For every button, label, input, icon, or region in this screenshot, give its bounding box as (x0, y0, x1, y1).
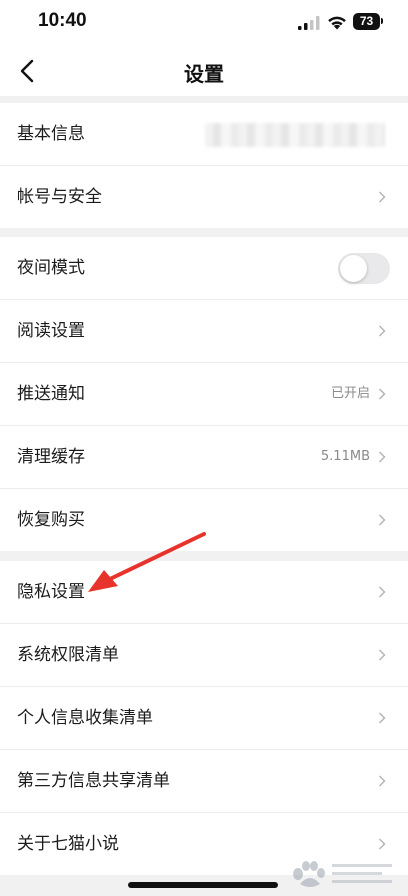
wifi-icon (328, 16, 346, 30)
battery-cap (381, 18, 383, 24)
cache-size-value: 5.11MB (320, 449, 370, 464)
settings-row-restore-purchase[interactable]: 恢复购买 (0, 489, 408, 551)
settings-group-app: 夜间模式 阅读设置 推送通知 已开启 清理缓存 5.11MB 恢复购买 (0, 237, 408, 551)
push-status-value: 已开启 (330, 386, 370, 401)
settings-row-push-notification[interactable]: 推送通知 已开启 (0, 363, 408, 426)
row-label: 推送通知 (17, 384, 85, 404)
chevron-right-icon (378, 514, 386, 526)
chevron-right-icon (378, 775, 386, 787)
chevron-right-icon (378, 191, 386, 203)
settings-group-account: 基本信息 帐号与安全 (0, 103, 408, 228)
row-label: 个人信息收集清单 (17, 708, 153, 728)
settings-row-basic-info[interactable]: 基本信息 (0, 103, 408, 166)
chevron-right-icon (378, 712, 386, 724)
chevron-right-icon (378, 838, 386, 850)
row-label: 阅读设置 (17, 321, 85, 341)
chevron-right-icon (378, 586, 386, 598)
home-indicator (128, 882, 278, 888)
chevron-right-icon (378, 325, 386, 337)
toggle-knob (340, 255, 367, 282)
night-mode-toggle[interactable] (338, 253, 390, 284)
row-label: 隐私设置 (17, 582, 85, 602)
chevron-right-icon (378, 649, 386, 661)
status-time: 10:40 (38, 10, 87, 31)
settings-row-system-permissions[interactable]: 系统权限清单 (0, 624, 408, 687)
blurred-user-info (205, 123, 385, 147)
settings-row-third-party-sharing[interactable]: 第三方信息共享清单 (0, 750, 408, 813)
settings-row-account-security[interactable]: 帐号与安全 (0, 166, 408, 228)
settings-row-personal-info-collection[interactable]: 个人信息收集清单 (0, 687, 408, 750)
chevron-right-icon (378, 388, 386, 400)
status-bar: 10:40 73 (0, 0, 408, 46)
row-label: 夜间模式 (17, 258, 85, 278)
baidu-watermark-icon (293, 861, 392, 887)
battery-icon: 73 (353, 13, 380, 30)
settings-row-clear-cache[interactable]: 清理缓存 5.11MB (0, 426, 408, 489)
navigation-bar: 设置 (0, 46, 408, 96)
page-title: 设置 (184, 62, 224, 86)
row-label: 帐号与安全 (17, 187, 102, 207)
battery-level: 73 (359, 14, 374, 28)
row-label: 恢复购买 (17, 510, 85, 530)
row-label: 系统权限清单 (17, 645, 119, 665)
row-label: 基本信息 (17, 124, 85, 144)
settings-group-privacy: 隐私设置 系统权限清单 个人信息收集清单 第三方信息共享清单 关于七猫小说 (0, 561, 408, 875)
row-label: 清理缓存 (17, 447, 85, 467)
settings-row-night-mode: 夜间模式 (0, 237, 408, 300)
settings-row-privacy[interactable]: 隐私设置 (0, 561, 408, 624)
row-label: 关于七猫小说 (17, 834, 119, 854)
cellular-signal-icon (298, 16, 320, 30)
chevron-right-icon (378, 451, 386, 463)
row-label: 第三方信息共享清单 (17, 771, 170, 791)
settings-row-reading[interactable]: 阅读设置 (0, 300, 408, 363)
